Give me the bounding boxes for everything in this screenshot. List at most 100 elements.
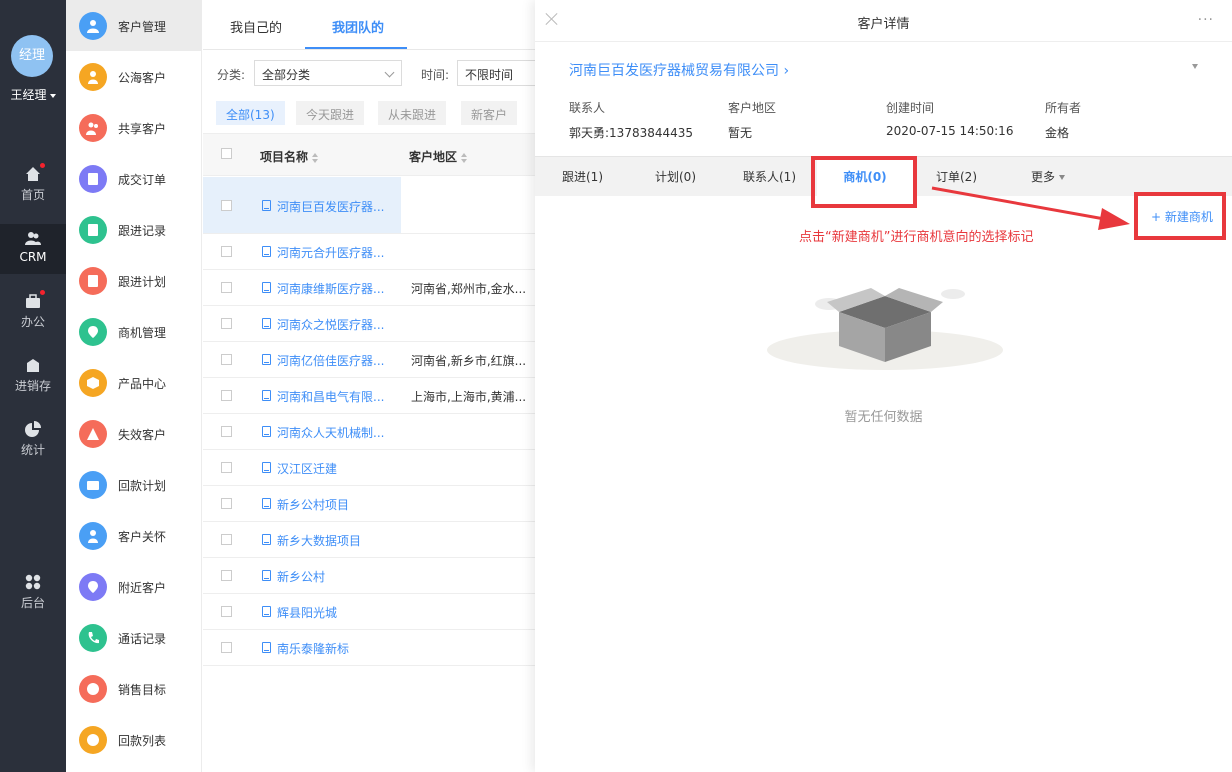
menu-item-sales-targets[interactable]: 销售目标: [66, 663, 202, 714]
table-row[interactable]: 河南众人天机械制...: [203, 414, 535, 450]
document-icon: [262, 246, 271, 257]
new-opportunity-button[interactable]: + 新建商机: [1151, 208, 1213, 225]
expand-caret-icon[interactable]: [1192, 64, 1198, 69]
avatar[interactable]: 经理: [11, 35, 53, 77]
table-row[interactable]: 河南亿倍佳医疗器... 河南省,新乡市,红旗...: [203, 342, 535, 378]
region-cell: [401, 486, 535, 522]
menu-item-call-records[interactable]: 通话记录: [66, 612, 202, 663]
table-row[interactable]: 河南康维斯医疗器... 河南省,郑州市,金水...: [203, 270, 535, 306]
tab-contacts[interactable]: 联系人(1): [743, 157, 796, 197]
time-select[interactable]: 不限时间: [457, 60, 547, 86]
row-checkbox[interactable]: [221, 498, 232, 509]
document-icon: [262, 498, 271, 509]
nav-item-inventory[interactable]: 进销存: [0, 351, 66, 401]
region-cell: [401, 558, 535, 594]
menu-item-customer-care[interactable]: 客户关怀: [66, 510, 202, 561]
menu-item-label: 商机管理: [118, 326, 167, 340]
region-text: 上海市,上海市,黄浦...: [411, 390, 527, 404]
nav-item-crm[interactable]: CRM: [0, 224, 66, 274]
row-checkbox[interactable]: [221, 462, 232, 473]
table-row[interactable]: 河南和昌电气有限... 上海市,上海市,黄浦...: [203, 378, 535, 414]
project-name-link[interactable]: 河南亿倍佳医疗器...: [277, 352, 384, 369]
menu-item-payment-list[interactable]: 回款列表: [66, 714, 202, 765]
column-header-region[interactable]: 客户地区: [409, 148, 468, 165]
project-name-link[interactable]: 河南元合升医疗器...: [277, 244, 384, 261]
nav-item-office[interactable]: 办公: [0, 287, 66, 337]
menu-item-label: 跟进计划: [118, 275, 167, 289]
row-checkbox[interactable]: [221, 426, 232, 437]
menu-item-deal-orders[interactable]: 成交订单: [66, 153, 202, 204]
select-all-checkbox[interactable]: [221, 148, 232, 159]
field-key: 创建时间: [886, 101, 935, 115]
region-cell: [401, 450, 535, 486]
tab-followup[interactable]: 跟进(1): [562, 157, 603, 197]
menu-item-label: 公海客户: [118, 71, 167, 85]
project-name-link[interactable]: 辉县阳光城: [277, 604, 337, 621]
chip-never[interactable]: 从未跟进: [378, 101, 447, 125]
row-checkbox[interactable]: [221, 606, 232, 617]
project-name-link[interactable]: 新乡公村: [277, 568, 325, 585]
nav-item-home[interactable]: 首页: [0, 160, 66, 210]
project-name-link[interactable]: 新乡大数据项目: [277, 532, 361, 549]
row-checkbox[interactable]: [221, 390, 232, 401]
project-name-link[interactable]: 汉江区迁建: [277, 460, 337, 477]
nav-item-statistics[interactable]: 统计: [0, 415, 66, 465]
menu-item-product-center[interactable]: 产品中心: [66, 357, 202, 408]
table-row[interactable]: 汉江区迁建: [203, 450, 535, 486]
table-row[interactable]: 河南巨百发医疗器...: [203, 177, 535, 234]
project-name-link[interactable]: 河南众之悦医疗器...: [277, 316, 384, 333]
menu-item-invalid-customers[interactable]: 失效客户: [66, 408, 202, 459]
menu-item-payment-plans[interactable]: 回款计划: [66, 459, 202, 510]
chip-all[interactable]: 全部(13): [216, 101, 285, 125]
row-checkbox[interactable]: [221, 534, 232, 545]
filter-bar: 分类: 全部分类 时间: 不限时间: [203, 60, 547, 88]
time-value: 不限时间: [465, 68, 514, 82]
row-checkbox[interactable]: [221, 354, 232, 365]
menu-item-opportunity-management[interactable]: 商机管理: [66, 306, 202, 357]
chip-new[interactable]: 新客户: [461, 101, 518, 125]
more-icon[interactable]: ···: [1198, 12, 1214, 28]
category-select[interactable]: 全部分类: [254, 60, 402, 86]
main-nav: 经理 王经理 首页 CRM 办公 进销存 统计 后台: [0, 0, 66, 772]
project-name-link[interactable]: 河南和昌电气有限...: [277, 388, 384, 405]
row-checkbox[interactable]: [221, 282, 232, 293]
row-checkbox[interactable]: [221, 318, 232, 329]
invalid-customers-icon: [79, 420, 107, 448]
pie-chart-icon: [25, 421, 41, 437]
chip-today[interactable]: 今天跟进: [296, 101, 365, 125]
row-checkbox[interactable]: [221, 570, 232, 581]
project-name-link[interactable]: 河南康维斯医疗器...: [277, 280, 384, 297]
menu-item-nearby-customers[interactable]: 附近客户: [66, 561, 202, 612]
table-row[interactable]: 辉县阳光城: [203, 594, 535, 630]
project-name-link[interactable]: 新乡公村项目: [277, 496, 349, 513]
briefcase-icon: [25, 290, 45, 309]
table-row[interactable]: 新乡大数据项目: [203, 522, 535, 558]
menu-item-label: 共享客户: [118, 122, 167, 136]
table-row[interactable]: 新乡公村项目: [203, 486, 535, 522]
tab-plan[interactable]: 计划(0): [655, 157, 696, 197]
company-name-link[interactable]: 河南巨百发医疗器械贸易有限公司 ›: [569, 60, 789, 80]
region-cell: [401, 522, 535, 558]
field-key: 客户地区: [728, 101, 777, 115]
project-name-link[interactable]: 河南众人天机械制...: [277, 424, 384, 441]
project-name-link[interactable]: 南乐泰隆新标: [277, 640, 349, 657]
menu-item-followup-plans[interactable]: 跟进计划: [66, 255, 202, 306]
table-row[interactable]: 河南元合升医疗器...: [203, 234, 535, 270]
nav-item-admin[interactable]: 后台: [0, 568, 66, 618]
table-row[interactable]: 南乐泰隆新标: [203, 630, 535, 666]
row-checkbox[interactable]: [221, 642, 232, 653]
row-checkbox[interactable]: [221, 246, 232, 257]
row-checkbox[interactable]: [221, 200, 232, 211]
project-name-link[interactable]: 河南巨百发医疗器...: [277, 198, 384, 215]
menu-item-label: 失效客户: [118, 428, 167, 442]
column-header-name[interactable]: 项目名称: [260, 148, 319, 165]
user-menu[interactable]: 王经理: [0, 86, 66, 103]
menu-item-customer-management[interactable]: 客户管理: [66, 0, 202, 51]
table-row[interactable]: 新乡公村: [203, 558, 535, 594]
tab-team[interactable]: 我团队的: [332, 17, 384, 36]
menu-item-shared-customers[interactable]: 共享客户: [66, 102, 202, 153]
tab-mine[interactable]: 我自己的: [230, 17, 282, 36]
menu-item-followup-records[interactable]: 跟进记录: [66, 204, 202, 255]
menu-item-public-customers[interactable]: 公海客户: [66, 51, 202, 102]
table-row[interactable]: 河南众之悦医疗器...: [203, 306, 535, 342]
